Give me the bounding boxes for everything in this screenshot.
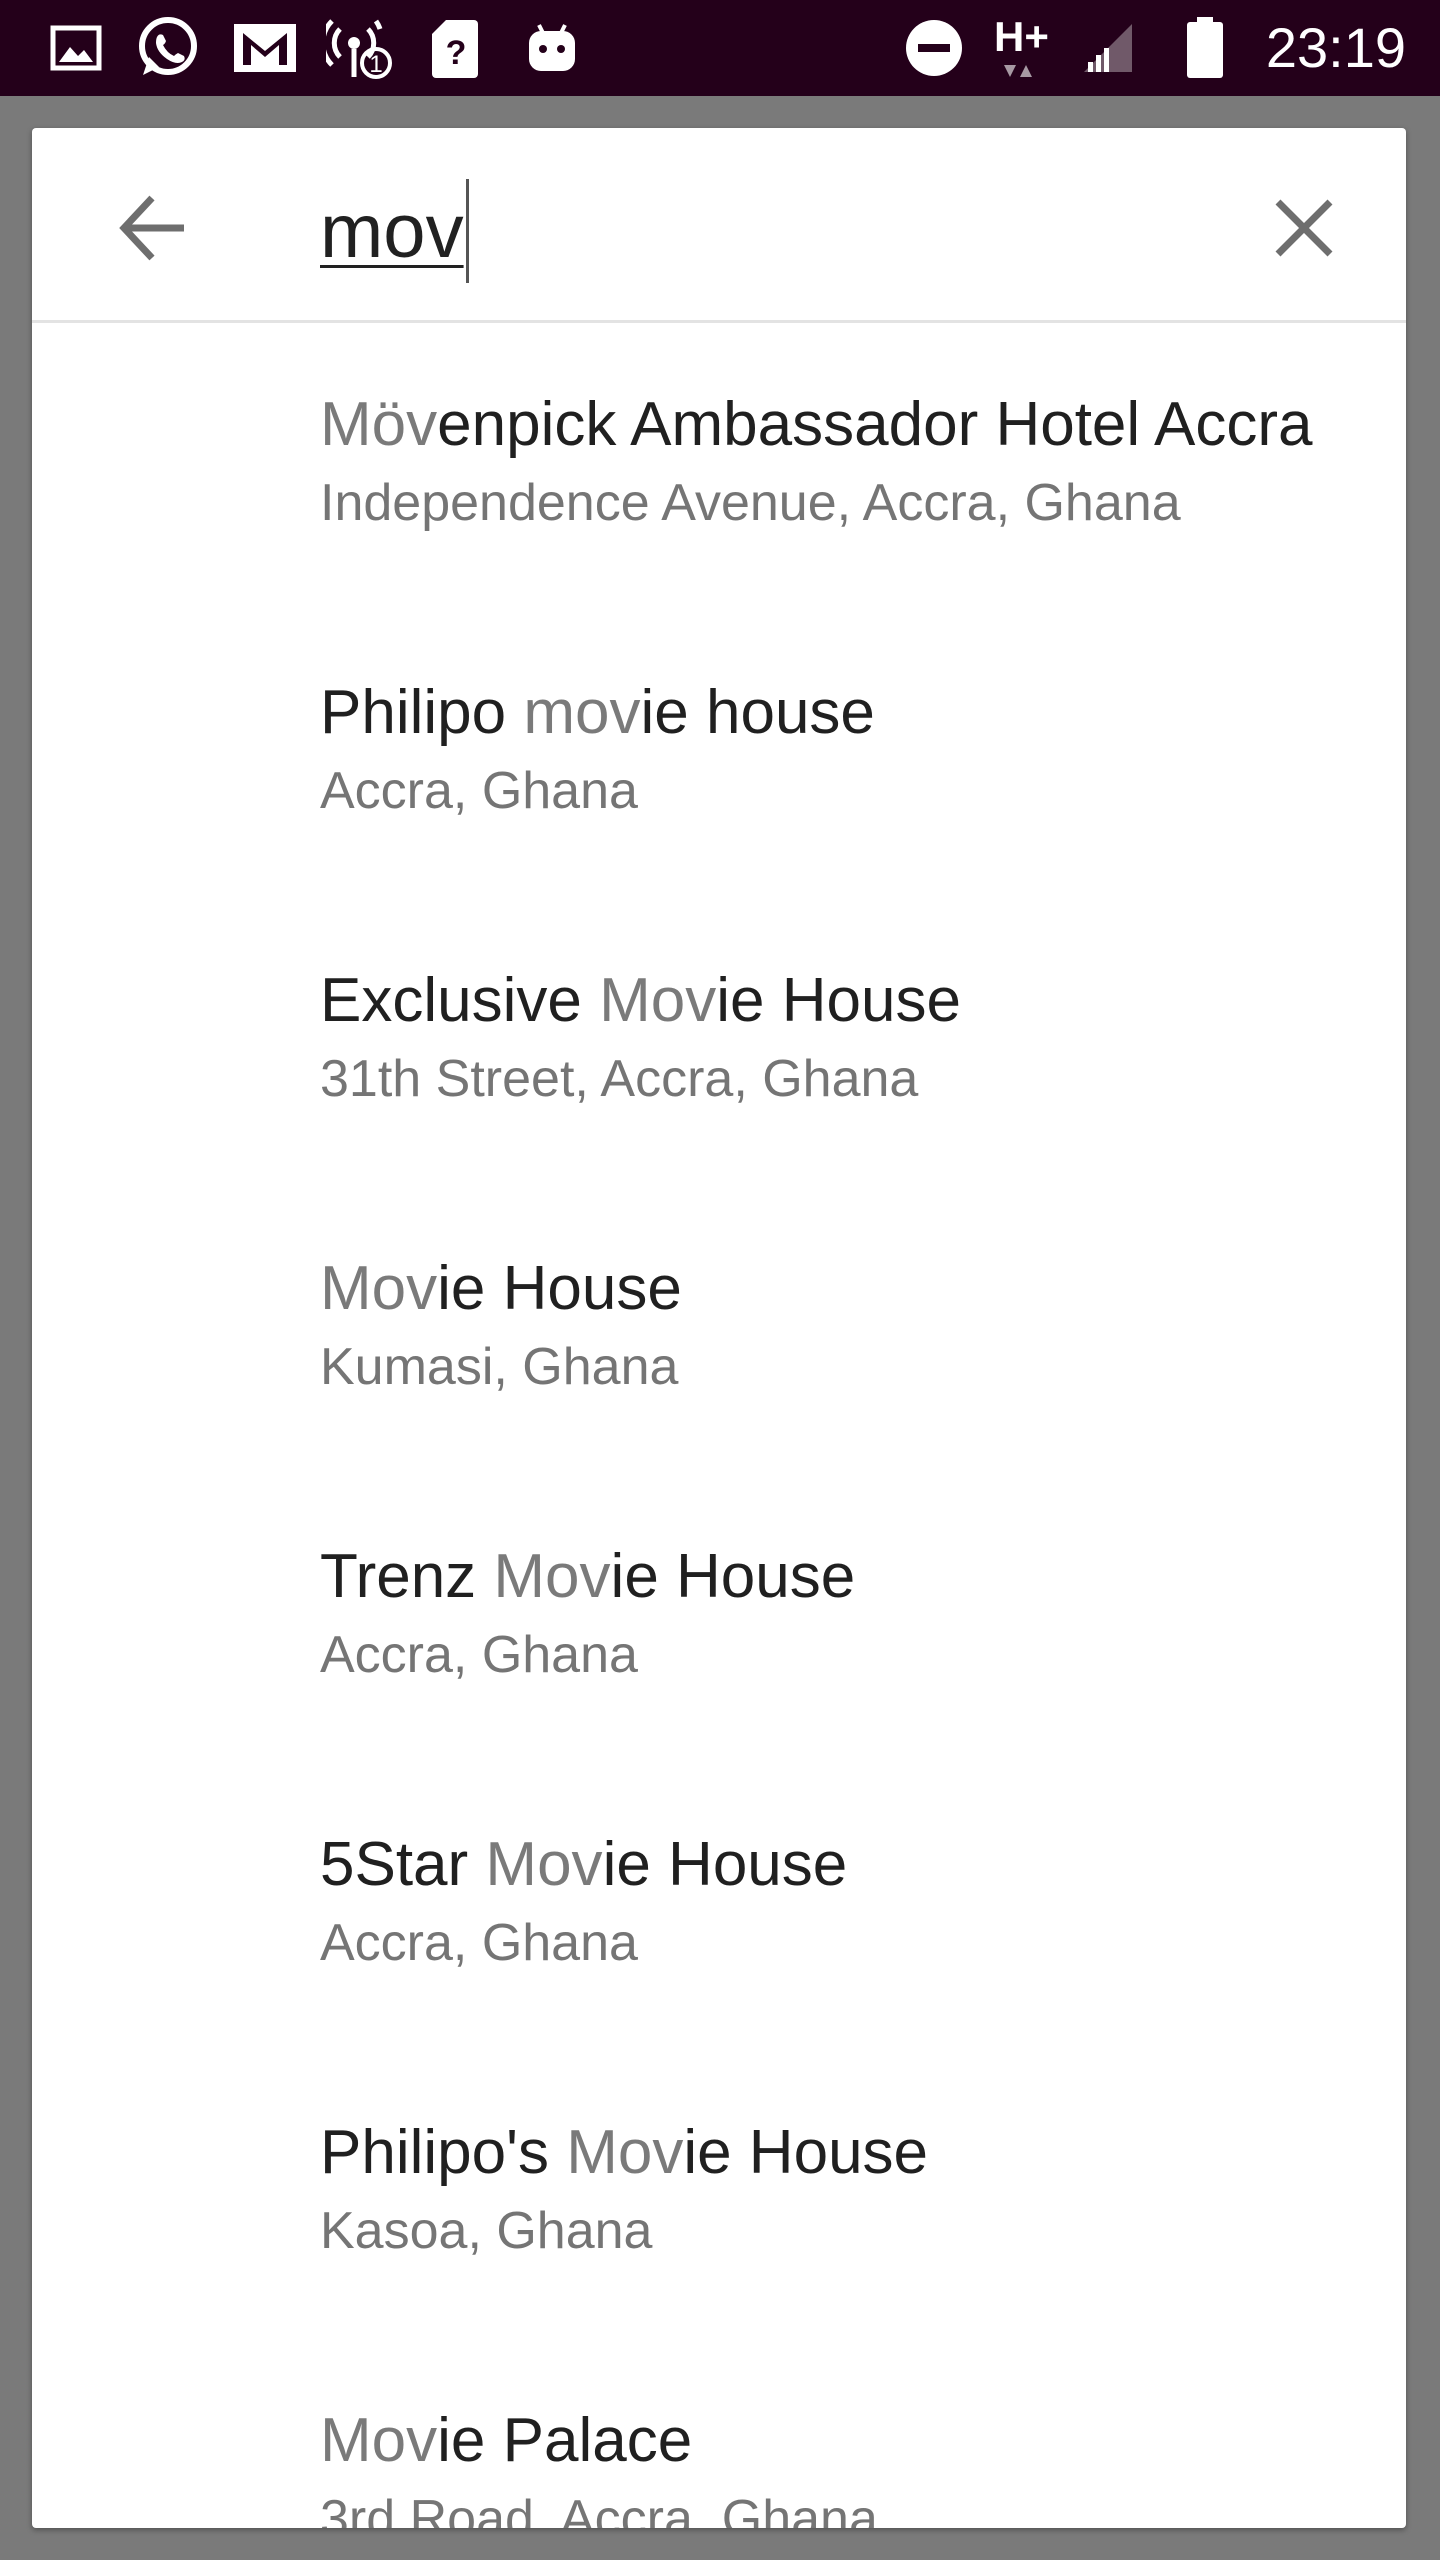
result-address: 3rd Road, Accra, Ghana	[320, 2490, 878, 2528]
list-item[interactable]: Philipo's Movie House Kasoa, Ghana	[32, 2051, 1406, 2339]
list-item[interactable]: Trenz Movie House Accra, Ghana	[32, 1475, 1406, 1763]
query-match: Mov	[599, 966, 717, 1035]
search-input[interactable]: mov	[320, 176, 469, 286]
search-bar: mov	[32, 128, 1406, 323]
result-address: Kasoa, Ghana	[320, 2202, 653, 2260]
do-not-disturb-icon	[900, 14, 968, 82]
list-item[interactable]: 5Star Movie House Accra, Ghana	[32, 1763, 1406, 2051]
gallery-icon	[40, 14, 112, 82]
result-address: Kumasi, Ghana	[320, 1338, 679, 1396]
query-match: Mov	[485, 1830, 603, 1899]
list-item[interactable]: Philipo movie house Accra, Ghana	[32, 611, 1406, 899]
search-query[interactable]: mov	[320, 188, 464, 275]
query-match: mov	[523, 678, 641, 747]
search-results-card: mov Mövenpick Ambassador Hotel Accra Ind…	[32, 128, 1406, 2528]
status-bar: 1 ? H+ 23:19	[0, 0, 1440, 96]
list-item[interactable]: Movie Palace 3rd Road, Accra, Ghana	[32, 2339, 1406, 2528]
result-title: Philipo's Movie House	[320, 2118, 929, 2187]
result-address: Accra, Ghana	[320, 762, 638, 820]
signal-icon	[1078, 14, 1138, 82]
result-address: Accra, Ghana	[320, 1914, 638, 1972]
network-label: H+	[994, 13, 1049, 60]
result-title: Trenz Movie House	[320, 1542, 856, 1611]
back-button[interactable]	[104, 178, 204, 278]
result-title: Movie House	[320, 1254, 682, 1323]
list-item[interactable]: Mövenpick Ambassador Hotel Accra Indepen…	[32, 323, 1406, 611]
query-match: Mov	[320, 1254, 438, 1323]
query-match: Mov	[566, 2118, 684, 2187]
result-title: Mövenpick Ambassador Hotel Accra	[320, 390, 1313, 459]
battery-icon	[1180, 14, 1230, 82]
result-title: Movie Palace	[320, 2406, 693, 2475]
list-item[interactable]: Movie House Kumasi, Ghana	[32, 1187, 1406, 1475]
query-match: Möv	[320, 390, 438, 459]
results-list: Mövenpick Ambassador Hotel Accra Indepen…	[32, 323, 1406, 2528]
result-address: Accra, Ghana	[320, 1626, 638, 1684]
query-match: Mov	[493, 1542, 611, 1611]
network-hplus-icon: H+	[990, 13, 1070, 82]
close-icon	[1275, 199, 1333, 257]
svg-text:1: 1	[369, 51, 382, 78]
clear-button[interactable]	[1254, 178, 1354, 278]
result-title: Philipo movie house	[320, 678, 875, 747]
gmail-icon	[228, 14, 302, 82]
arrow-left-icon	[119, 195, 184, 261]
result-title: 5Star Movie House	[320, 1830, 848, 1899]
whatsapp-icon	[130, 14, 206, 82]
clock: 23:19	[1265, 16, 1406, 79]
sim-unknown-icon: ?	[424, 14, 486, 82]
query-match: Mov	[320, 2406, 438, 2475]
hotspot-icon: 1	[322, 14, 398, 82]
result-address: Independence Avenue, Accra, Ghana	[320, 474, 1181, 532]
svg-text:?: ?	[446, 34, 467, 72]
android-icon	[520, 14, 584, 82]
result-address: 31th Street, Accra, Ghana	[320, 1050, 919, 1108]
text-cursor	[465, 179, 469, 283]
list-item[interactable]: Exclusive Movie House 31th Street, Accra…	[32, 899, 1406, 1187]
result-title: Exclusive Movie House	[320, 966, 961, 1035]
